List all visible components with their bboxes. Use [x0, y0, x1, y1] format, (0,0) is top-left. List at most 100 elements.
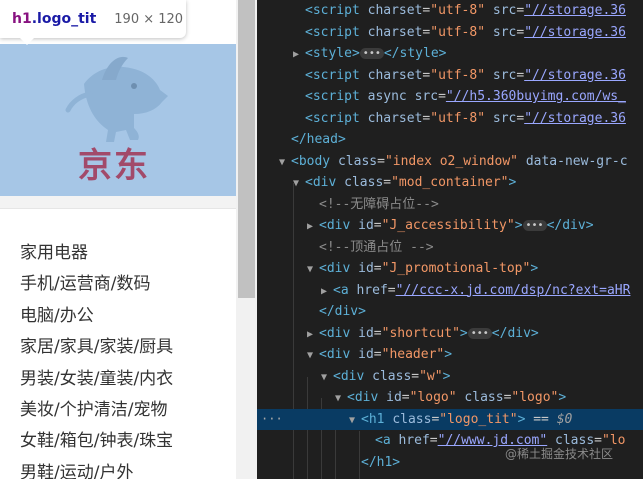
dom-token: = [516, 24, 525, 40]
dom-node[interactable]: <!--顶通占位 --> [257, 237, 643, 259]
expand-triangle-icon[interactable]: ▼ [307, 259, 319, 281]
expand-triangle-icon[interactable]: ▼ [279, 152, 291, 174]
dom-node[interactable]: <script async src="//h5.360buyimg.com/ws… [257, 86, 643, 108]
attribute-link[interactable]: "//storage.36 [524, 3, 626, 18]
dom-token: > [558, 390, 567, 405]
dom-token: <script [305, 110, 368, 126]
category-item[interactable]: 男装/女装/童装/内衣 [20, 364, 173, 395]
dom-token: = [401, 390, 410, 405]
dom-token: <div [319, 261, 359, 276]
dom-token: <script [305, 3, 368, 18]
collapsed-content-ellipsis[interactable]: ••• [359, 48, 384, 59]
dom-node[interactable]: ▶ <div id="shortcut"> ••• </div> [257, 323, 643, 345]
dom-token: <style> [305, 46, 360, 61]
expand-triangle-icon[interactable]: ▼ [293, 173, 305, 195]
watermark: @稀土掘金技术社区 [505, 447, 614, 461]
dom-token: src [485, 110, 517, 126]
collapse-triangle-icon[interactable]: ▶ [321, 281, 333, 303]
dom-token: "index o2_window" [384, 153, 518, 169]
expand-triangle-icon[interactable]: ▼ [307, 345, 319, 367]
dom-token: id [386, 390, 402, 405]
category-item[interactable]: 家用电器 [20, 238, 173, 269]
dom-node[interactable]: <script charset="utf-8" src="//storage.3… [257, 0, 643, 22]
collapse-triangle-icon[interactable]: ▶ [307, 216, 319, 238]
dom-token: </div> [546, 218, 594, 233]
dom-token: </style> [383, 46, 447, 61]
dom-node[interactable]: ▼ <div class="w"> [257, 366, 643, 388]
dom-token: charset [367, 3, 423, 18]
page-scrollbar-thumb[interactable] [238, 0, 255, 298]
category-item[interactable]: 家居/家具/家装/厨具 [20, 332, 173, 363]
attribute-link[interactable]: "//h5.360buyimg.com/ws_ [446, 89, 626, 104]
dom-token: "utf-8" [430, 24, 486, 40]
dom-node[interactable]: ▶ <a href="//ccc-x.jd.com/dsp/nc?ext=aHR [257, 280, 643, 302]
category-item[interactable]: 男鞋/运动/户外 [20, 458, 173, 479]
tooltip-dimensions: 190 × 120 [114, 11, 184, 27]
attribute-link[interactable]: "//ccc-x.jd.com/dsp/nc?ext=aHR [396, 283, 631, 298]
dom-token: charset [367, 67, 423, 83]
dom-token: == [525, 411, 557, 427]
dom-token: "logo_tit" [439, 411, 518, 427]
attribute-link[interactable]: "//storage.36 [524, 68, 626, 83]
expand-triangle-icon[interactable]: ▼ [349, 410, 361, 432]
dom-token: = [373, 261, 382, 276]
collapsed-content-ellipsis[interactable]: ••• [522, 220, 547, 231]
dom-token: </div> [319, 304, 366, 319]
category-item[interactable]: 女鞋/箱包/钟表/珠宝 [20, 426, 173, 457]
dom-token: = [516, 110, 525, 126]
dom-token: class [456, 390, 504, 405]
dom-token: class [392, 411, 432, 427]
dom-node[interactable]: ▼ <div id="logo" class="logo"> [257, 387, 643, 409]
attribute-link[interactable]: "//storage.36 [524, 25, 626, 40]
category-item[interactable]: 电脑/办公 [20, 301, 173, 332]
dom-node-selected[interactable]: ··· ▼ <h1 class="logo_tit"> == $0 [257, 408, 643, 432]
dom-token: <a [375, 433, 399, 448]
expand-triangle-icon[interactable]: ▼ [321, 367, 333, 389]
dom-token: charset [367, 110, 423, 126]
dom-node[interactable]: </head> [257, 129, 643, 151]
dom-node[interactable]: ▼ <div class="mod_container"> [257, 172, 643, 194]
category-item[interactable]: 美妆/个护清洁/宠物 [20, 395, 173, 426]
selected-node-dots-icon[interactable]: ··· [261, 409, 283, 431]
category-menu: 家用电器 手机/运营商/数码 电脑/办公 家居/家具/家装/厨具 男装/女装/童… [20, 238, 173, 479]
dom-node[interactable]: <script charset="utf-8" src="//storage.3… [257, 108, 643, 130]
expand-triangle-icon[interactable]: ▼ [335, 388, 347, 410]
dom-token: id [358, 347, 374, 362]
dom-token: "mod_container" [391, 175, 509, 190]
dom-token: </div> [491, 325, 539, 341]
attribute-link[interactable]: "//storage.36 [524, 111, 626, 126]
category-item[interactable]: 手机/运营商/数码 [20, 269, 173, 300]
dom-node[interactable]: ▶ <style> ••• </style> [257, 43, 643, 65]
dom-token: <script [305, 24, 368, 40]
dom-token: </head> [291, 132, 346, 147]
dom-token: src [485, 67, 517, 83]
dom-token: id [358, 325, 374, 341]
dom-token: <script [305, 89, 368, 104]
collapse-triangle-icon[interactable]: ▶ [307, 324, 319, 346]
dom-node[interactable]: ▶ <div id="J_accessibility"> ••• </div> [257, 215, 643, 237]
dom-node[interactable]: ▼ <div id="header"> [257, 344, 643, 366]
dom-token: "logo" [511, 390, 559, 405]
dom-token: charset [367, 24, 423, 40]
dom-node[interactable]: ▼ <body class="index o2_window" data-new-… [257, 151, 643, 173]
dom-token: "J_promotional-top" [381, 261, 531, 276]
dom-token: > [530, 261, 539, 276]
dom-token: </h1> [361, 454, 401, 470]
collapsed-content-ellipsis[interactable]: ••• [467, 327, 492, 339]
dom-token: class [344, 175, 384, 190]
collapse-triangle-icon[interactable]: ▶ [293, 44, 305, 66]
dom-token: <body [291, 153, 338, 169]
dom-token: <div [319, 218, 359, 233]
dom-token: <div [333, 368, 373, 384]
dom-node[interactable]: </div> [257, 301, 643, 323]
logo-highlight[interactable]: 京东 [0, 44, 236, 196]
dom-token: "utf-8" [430, 67, 486, 83]
dom-node[interactable]: <script charset="utf-8" src="//storage.3… [257, 65, 643, 87]
dom-node[interactable]: ▼ <div id="J_promotional-top"> [257, 258, 643, 280]
dom-token: data-new-gr-c [518, 153, 628, 169]
dom-token: async [367, 89, 407, 104]
dom-node[interactable]: <!--无障碍占位--> [257, 194, 643, 216]
dom-node[interactable]: <script charset="utf-8" src="//storage.3… [257, 22, 643, 44]
dom-token: <!--顶通占位 --> [319, 239, 434, 255]
dom-token: = [373, 347, 382, 362]
